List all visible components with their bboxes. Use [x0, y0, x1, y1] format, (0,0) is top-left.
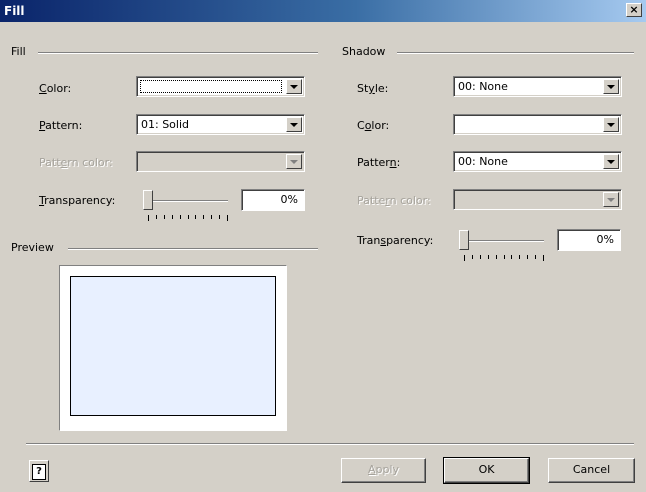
shadow-pattern-color-label: Pattern color: [357, 194, 431, 207]
fill-color-swatch [140, 80, 282, 93]
slider-tick [488, 255, 489, 259]
shadow-transparency-input[interactable]: 0% [557, 229, 621, 251]
fill-pattern-combo[interactable]: 01: Solid [136, 114, 305, 135]
slider-tick [203, 215, 204, 219]
ok-button[interactable]: OK [443, 457, 530, 484]
fill-pattern-value: 01: Solid [141, 118, 190, 131]
chevron-down-icon[interactable] [286, 117, 302, 132]
fill-transparency-track [148, 200, 228, 202]
chevron-down-icon [286, 154, 302, 169]
title-bar: Fill × [0, 0, 646, 22]
chevron-down-icon[interactable] [603, 154, 619, 169]
slider-tick [172, 215, 173, 219]
slider-tick [464, 255, 465, 261]
preview-group-divider [68, 248, 318, 250]
slider-tick [156, 215, 157, 219]
close-icon: × [629, 3, 639, 16]
shadow-transparency-track [464, 240, 544, 242]
slider-tick [211, 215, 212, 219]
fill-transparency-label: Transparency: [39, 194, 116, 207]
slider-tick [504, 255, 505, 259]
chevron-down-icon[interactable] [286, 79, 302, 94]
shadow-group-label: Shadow [342, 45, 390, 58]
slider-tick [472, 255, 473, 259]
slider-tick [496, 255, 497, 259]
slider-tick [527, 255, 528, 259]
dialog-title: Fill [4, 4, 25, 18]
fill-pattern-label: Pattern: [39, 119, 83, 132]
fill-transparency-ticks [148, 215, 228, 221]
shadow-color-label: Color: [357, 119, 390, 132]
preview-fill-shape [70, 276, 276, 416]
shadow-transparency-label: Transparency: [357, 234, 434, 247]
shadow-pattern-value: 00: None [458, 155, 508, 168]
slider-tick [480, 255, 481, 259]
slider-tick [195, 215, 196, 219]
slider-tick [188, 215, 189, 219]
slider-tick [164, 215, 165, 219]
preview-group-label: Preview [11, 241, 58, 254]
slider-tick [543, 255, 544, 261]
fill-group-label: Fill [11, 45, 30, 58]
shadow-style-combo[interactable]: 00: None [453, 76, 622, 97]
slider-tick [227, 215, 228, 221]
shadow-group-divider [397, 52, 634, 54]
slider-tick [519, 255, 520, 259]
chevron-down-icon[interactable] [603, 117, 619, 132]
shadow-style-value: 00: None [458, 80, 508, 93]
shadow-pattern-combo[interactable]: 00: None [453, 151, 622, 172]
fill-color-combo[interactable] [136, 76, 305, 97]
fill-group-divider [38, 52, 318, 54]
shadow-pattern-color-combo [453, 189, 622, 210]
button-row-divider [26, 443, 634, 445]
shadow-style-label: Style: [357, 82, 389, 95]
fill-color-label: Color: [39, 82, 72, 95]
shadow-color-combo[interactable] [453, 114, 622, 135]
slider-tick [180, 215, 181, 219]
shadow-transparency-slider-thumb[interactable] [459, 230, 469, 250]
chevron-down-icon [603, 192, 619, 207]
preview-frame [59, 265, 287, 431]
fill-pattern-color-label: Pattern color: [39, 156, 113, 169]
apply-button: Apply [341, 458, 426, 483]
slider-tick [148, 215, 149, 221]
cancel-button[interactable]: Cancel [548, 458, 635, 483]
fill-transparency-input[interactable]: 0% [241, 189, 305, 211]
help-button[interactable]: ? [29, 460, 49, 482]
slider-tick [535, 255, 536, 259]
fill-transparency-slider-thumb[interactable] [143, 190, 153, 210]
shadow-transparency-ticks [464, 255, 544, 261]
fill-pattern-color-combo [136, 151, 305, 172]
close-button[interactable]: × [626, 3, 642, 17]
shadow-pattern-label: Pattern: [357, 156, 401, 169]
slider-tick [511, 255, 512, 259]
help-icon: ? [32, 464, 46, 480]
chevron-down-icon[interactable] [603, 79, 619, 94]
slider-tick [219, 215, 220, 219]
